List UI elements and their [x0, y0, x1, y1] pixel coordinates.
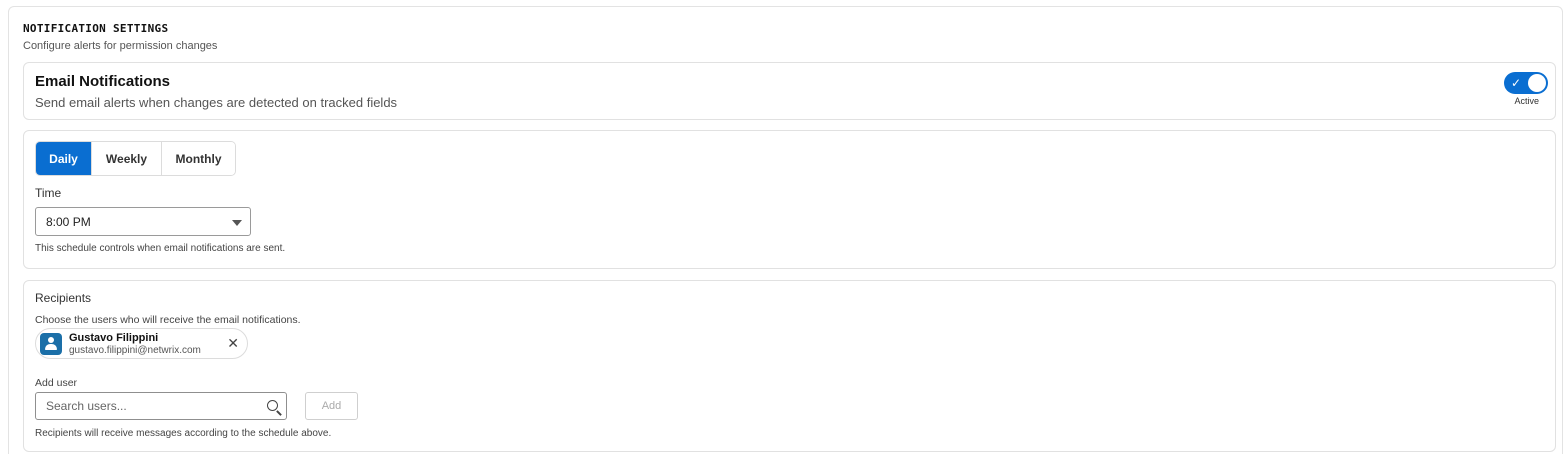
time-select-value: 8:00 PM	[46, 215, 91, 229]
recipient-name: Gustavo Filippini	[69, 332, 159, 344]
tab-daily[interactable]: Daily	[36, 142, 92, 175]
tab-monthly[interactable]: Monthly	[162, 142, 235, 175]
recipient-chip: Gustavo Filippini gustavo.filippini@netw…	[35, 328, 248, 359]
search-input[interactable]	[37, 394, 257, 418]
add-user-label: Add user	[35, 377, 78, 389]
recipients-help-text: Choose the users who will receive the em…	[35, 314, 301, 326]
time-label: Time	[35, 186, 62, 200]
check-icon: ✓	[1511, 76, 1522, 90]
time-select[interactable]: 8:00 PM	[35, 207, 251, 236]
toggle-status-label: Active	[1514, 96, 1539, 106]
search-icon[interactable]	[267, 400, 278, 411]
email-notifications-description: Send email alerts when changes are detec…	[35, 95, 398, 110]
close-icon[interactable]: ✕	[227, 335, 239, 351]
email-notifications-title: Email Notifications	[35, 73, 171, 90]
add-user-button[interactable]: Add	[305, 392, 358, 420]
recipients-card: Recipients Choose the users who will rec…	[23, 280, 1556, 452]
user-avatar-icon	[40, 333, 62, 355]
email-notifications-toggle[interactable]: ✓	[1504, 72, 1548, 94]
recipients-footer-text: Recipients will receive messages accordi…	[35, 428, 332, 439]
schedule-card: Daily Weekly Monthly Time 8:00 PM This s…	[23, 130, 1556, 269]
recipient-email: gustavo.filippini@netwrix.com	[69, 345, 201, 356]
section-title: NOTIFICATION SETTINGS	[23, 22, 169, 35]
frequency-segmented-control: Daily Weekly Monthly	[35, 141, 236, 176]
chevron-down-icon	[232, 220, 242, 226]
recipients-label: Recipients	[35, 291, 92, 305]
section-subtitle: Configure alerts for permission changes	[23, 40, 218, 52]
toggle-knob	[1528, 74, 1546, 92]
tab-weekly[interactable]: Weekly	[92, 142, 162, 175]
search-users-field	[35, 392, 287, 420]
schedule-help-text: This schedule controls when email notifi…	[35, 243, 286, 254]
email-notifications-card: Email Notifications Send email alerts wh…	[23, 62, 1556, 120]
notification-settings-panel: NOTIFICATION SETTINGS Configure alerts f…	[8, 6, 1563, 454]
